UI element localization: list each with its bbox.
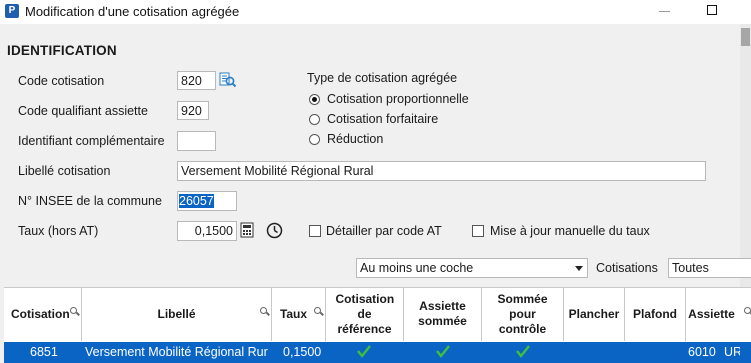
radio-cotisation-forfaitaire[interactable] [309, 114, 320, 125]
cell-cotisation: 6851 [30, 345, 58, 359]
column-title: Plafond [633, 306, 677, 321]
radio-label-reduction: Réduction [327, 132, 384, 146]
column-header-plancher[interactable]: Plancher [564, 287, 625, 341]
code-qualifiant-label: Code qualifiant assiette [18, 104, 148, 118]
column-header-taux[interactable]: Taux [272, 287, 326, 341]
radio-reduction[interactable] [309, 134, 320, 145]
search-icon[interactable] [314, 307, 321, 314]
maj-manuelle-checkbox[interactable] [472, 225, 484, 237]
cotisations-filter-value: Toutes [672, 261, 709, 275]
column-title: Assiette sommée [418, 299, 467, 328]
coche-filter-value: Au moins une coche [360, 261, 474, 275]
code-qualifiant-input[interactable]: 920 [177, 101, 209, 120]
app-icon: P [5, 4, 19, 18]
maj-manuelle-label: Mise à jour manuelle du taux [490, 224, 650, 238]
column-title: Libellé [157, 306, 196, 321]
radio-label-proportionnelle: Cotisation proportionnelle [327, 92, 469, 106]
column-title: Cotisation [11, 306, 70, 321]
chevron-down-icon [575, 266, 583, 271]
column-title: Plancher [568, 306, 620, 321]
cell-taux: 0,1500 [283, 345, 322, 359]
coche-filter-select[interactable]: Au moins une coche [356, 258, 588, 278]
libelle-label: Libellé cotisation [18, 164, 111, 178]
search-icon[interactable] [744, 307, 751, 314]
detailler-checkbox[interactable] [309, 225, 321, 237]
column-header-sommee-controle[interactable]: Sommée pour contrôle [482, 287, 564, 341]
window-title: Modification d'une cotisation agrégée [25, 4, 240, 19]
lookup-search-icon[interactable] [219, 71, 237, 89]
radio-cotisation-proportionnelle[interactable] [309, 94, 320, 105]
code-cotisation-input[interactable]: 820 [177, 71, 216, 90]
cell-assiette-unit: URS [724, 345, 740, 359]
taux-label: Taux (hors AT) [18, 224, 99, 238]
column-title: Taux [279, 306, 308, 321]
insee-label: N° INSEE de la commune [18, 194, 162, 208]
clock-icon[interactable] [266, 222, 283, 239]
column-header-assiette-sommee[interactable]: Assiette sommée [404, 287, 482, 341]
checkmark-icon [436, 345, 450, 358]
taux-input[interactable]: 0,1500 [177, 221, 237, 241]
insee-selected-text: 26057 [179, 194, 214, 208]
column-header-plafond[interactable]: Plafond [625, 287, 686, 341]
column-header-reference[interactable]: Cotisation de référence [326, 287, 404, 341]
code-cotisation-label: Code cotisation [18, 74, 105, 88]
libelle-input[interactable]: Versement Mobilité Régional Rural [177, 161, 706, 181]
checkmark-icon [357, 345, 371, 358]
checkmark-icon [516, 345, 530, 358]
section-title: IDENTIFICATION [7, 43, 117, 58]
cotisations-filter-select[interactable]: Toutes [668, 258, 751, 278]
column-title: Cotisation de référence [335, 291, 395, 336]
search-icon[interactable] [70, 307, 77, 314]
cell-assiette: 6010 [688, 345, 716, 359]
column-header-libelle[interactable]: Libellé [82, 287, 272, 341]
column-title: Assiette [688, 306, 735, 321]
maximize-button[interactable] [703, 2, 723, 20]
scrollbar-thumb[interactable] [741, 28, 750, 46]
column-header-cotisation[interactable]: Cotisation [4, 287, 82, 341]
calculator-icon[interactable] [240, 222, 254, 238]
identifiant-complementaire-input[interactable] [177, 131, 216, 151]
identifiant-complementaire-label: Identifiant complémentaire [18, 134, 165, 148]
cell-libelle: Versement Mobilité Régional Rural [85, 345, 268, 359]
column-header-assiette[interactable]: Assiette [686, 287, 751, 341]
column-title: Sommée pour contrôle [497, 291, 548, 336]
cotisations-filter-label: Cotisations [596, 261, 658, 275]
minimize-button[interactable] [655, 2, 675, 20]
insee-input[interactable]: 26057 [177, 191, 237, 211]
type-group-title: Type de cotisation agrégée [307, 71, 458, 85]
detailler-label: Détailler par code AT [326, 224, 442, 238]
search-icon[interactable] [260, 307, 267, 314]
radio-label-forfaitaire: Cotisation forfaitaire [327, 112, 439, 126]
